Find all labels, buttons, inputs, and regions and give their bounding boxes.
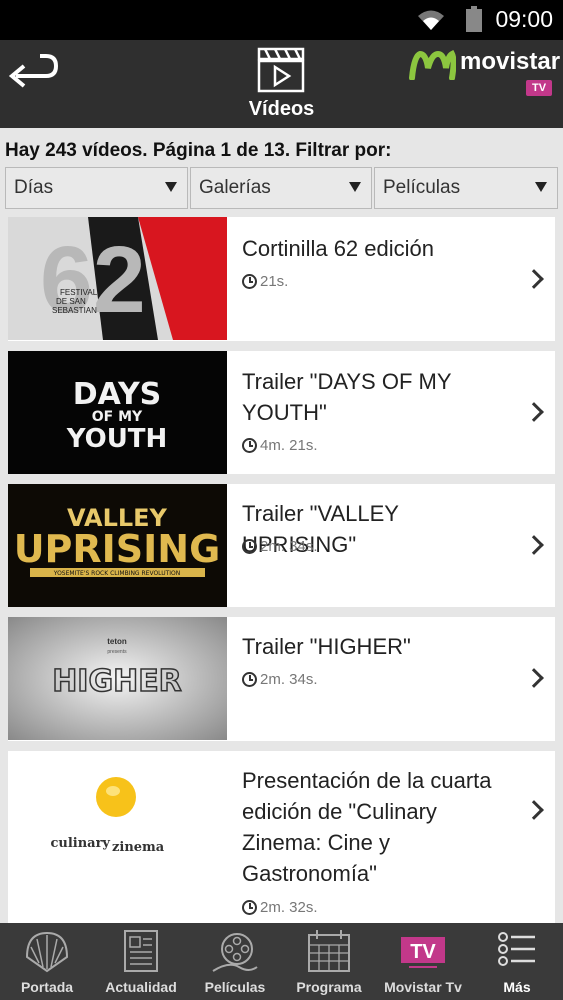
title-line: Zinema: Cine y [242,830,390,855]
nav-label: Portada [20,979,74,995]
thumb-text: UPRISING [14,527,221,571]
wifi-icon [418,10,444,30]
thumb-text: 62 [40,227,146,333]
video-duration: 21s. [242,273,288,290]
chevron-right-icon [524,800,544,820]
chevron-right-icon [524,269,544,289]
menu-list-icon [498,932,535,966]
video-thumbnail: teton presents HIGHER [8,617,227,740]
newspaper-icon [124,930,158,972]
clock-icon [242,539,257,554]
video-duration: 2m. 32s. [242,899,318,916]
video-thumbnail: 62 FESTIVAL DE SAN SEBASTIAN [8,217,227,340]
nav-peliculas[interactable]: Películas [188,923,282,1000]
calendar-icon [308,930,350,972]
shell-icon [25,931,69,973]
video-thumbnail: DAYS OF MY YOUTH [8,351,227,474]
filter-days-dropdown[interactable]: Días [5,167,188,209]
title-line: Gastronomía" [242,861,377,886]
dropdown-arrow-icon [165,182,177,192]
nav-programa[interactable]: Programa [282,923,376,1000]
dropdown-label: Días [14,177,54,198]
video-title: Cortinilla 62 edición [242,233,512,264]
film-reel-icon [212,933,258,972]
video-duration: 2m. 34s. [242,538,318,555]
nav-mas[interactable]: Más [470,923,563,1000]
video-item[interactable]: culinary zinema Presentación de la cuart… [8,751,555,923]
nav-label: Más [503,979,531,995]
title-line: Presentación de la cuarta [242,768,492,793]
video-title: Trailer "HIGHER" [242,631,512,662]
video-item[interactable]: VALLEY UPRISING YOSEMITE'S ROCK CLIMBING… [8,484,555,607]
status-bar: 09:00 [0,0,563,40]
video-thumbnail: culinary zinema [8,751,227,874]
nav-label: Programa [296,979,362,995]
title-line: Trailer "HIGHER" [242,634,411,659]
video-thumbnail: VALLEY UPRISING YOSEMITE'S ROCK CLIMBING… [8,484,227,607]
clock-icon [242,672,257,687]
results-info: Hay 243 vídeos. Página 1 de 13. Filtrar … [5,140,392,161]
clapperboard-icon [257,47,305,93]
chevron-right-icon [524,535,544,555]
filter-bar: Días Galerías Películas [5,167,558,209]
app-header: Vídeos movistar TV [0,40,563,128]
thumb-text: zinema [112,840,165,855]
battery-icon [466,6,482,32]
thumb-text: presents [107,649,127,655]
movistar-m-icon [409,50,456,80]
nav-label: Películas [204,979,266,995]
thumb-text: HIGHER [52,664,182,699]
dropdown-label: Películas [383,177,461,198]
duration-text: 2m. 34s. [260,538,318,555]
movistar-tv-logo: movistar TV [408,48,561,100]
filter-galleries-dropdown[interactable]: Galerías [190,167,372,209]
tv-icon: TV [401,937,445,968]
dropdown-arrow-icon [349,182,361,192]
dropdown-arrow-icon [535,182,547,192]
svg-text:TV: TV [410,941,436,963]
nav-label: Actualidad [105,979,177,995]
duration-text: 2m. 32s. [260,899,318,916]
tv-badge: TV [526,80,552,96]
filter-films-dropdown[interactable]: Películas [374,167,558,209]
title-line: Trailer "DAYS OF MY [242,369,452,394]
thumb-text: DE SAN [56,297,86,306]
thumb-text: YOSEMITE'S ROCK CLIMBING REVOLUTION [53,570,181,577]
duration-text: 2m. 34s. [260,671,318,688]
video-item[interactable]: teton presents HIGHER Trailer "HIGHER" 2… [8,617,555,741]
thumb-text: teton [107,637,127,646]
clock-icon [242,900,257,915]
bottom-navigation: Portada Actualidad Películas Programa TV… [0,923,563,1000]
clock-icon [242,438,257,453]
video-title: Presentación de la cuarta edición de "Cu… [242,765,512,889]
thumb-text: SEBASTIAN [52,306,97,315]
chevron-right-icon [524,402,544,422]
thumb-text: culinary [50,836,110,851]
title-line: YOUTH" [242,400,327,425]
nav-movistar-tv[interactable]: TV Movistar Tv [376,923,470,1000]
nav-label: Movistar Tv [384,979,462,995]
video-duration: 2m. 34s. [242,671,318,688]
nav-actualidad[interactable]: Actualidad [94,923,188,1000]
back-arrow-icon[interactable] [6,50,60,94]
thumb-text: OF MY [92,409,143,425]
thumb-text: YOUTH [66,424,168,454]
brand-name: movistar [460,48,561,75]
page-title: Vídeos [248,98,315,120]
title-line: edición de "Culinary [242,799,437,824]
clock-icon [242,274,257,289]
chevron-right-icon [524,668,544,688]
thumb-text: DAYS [73,377,162,412]
title-line: Cortinilla 62 edición [242,236,434,261]
clock-time: 09:00 [495,6,553,32]
nav-portada[interactable]: Portada [0,923,94,1000]
thumb-text: FESTIVAL [60,288,98,297]
duration-text: 4m. 21s. [260,437,318,454]
video-duration: 4m. 21s. [242,437,318,454]
video-item[interactable]: DAYS OF MY YOUTH Trailer "DAYS OF MY YOU… [8,351,555,474]
duration-text: 21s. [260,273,289,290]
dropdown-label: Galerías [199,177,271,198]
video-title: Trailer "DAYS OF MY YOUTH" [242,366,512,428]
video-item[interactable]: 62 FESTIVAL DE SAN SEBASTIAN Cortinilla … [8,217,555,341]
